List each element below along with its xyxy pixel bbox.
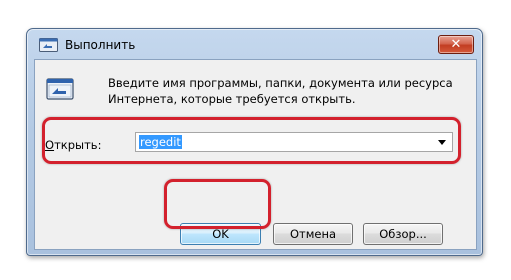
close-button[interactable]: ✕ bbox=[438, 35, 474, 54]
highlight-ok-button bbox=[164, 179, 271, 229]
close-icon: ✕ bbox=[450, 37, 462, 52]
dialog-description: Введите имя программы, папки, документа … bbox=[108, 76, 453, 106]
run-icon bbox=[39, 38, 58, 52]
browse-button[interactable]: Обзор... bbox=[363, 223, 443, 245]
run-icon bbox=[46, 78, 74, 100]
cancel-button[interactable]: Отмена bbox=[273, 223, 353, 245]
window-title: Выполнить bbox=[65, 38, 136, 52]
highlight-open-field bbox=[42, 117, 461, 164]
title-bar[interactable]: Выполнить ✕ bbox=[27, 29, 482, 59]
